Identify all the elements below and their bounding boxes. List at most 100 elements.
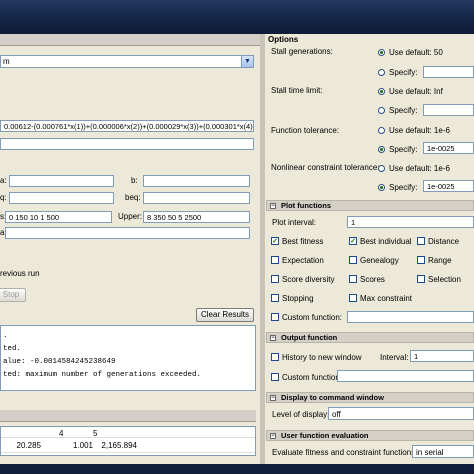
scores-checkbox[interactable]	[349, 275, 357, 283]
evaluate-functions-value: in serial	[416, 448, 444, 457]
a-field[interactable]	[9, 175, 114, 187]
table-cell: 20.285	[16, 441, 41, 450]
score-diversity-label: Score diversity	[282, 275, 335, 284]
lower-bounds-field[interactable]: 0 150 10 1 500	[5, 211, 112, 223]
run-status-output: . ted. alue: -0.0014584245238649 ted: maxim…	[0, 325, 256, 391]
fitness-function-field[interactable]: 0.00612-(0.000761*x(1))+(0.000006*x(2))+…	[0, 120, 254, 132]
collapse-icon[interactable]: −	[270, 433, 276, 439]
custom-plot-label: Custom function:	[282, 313, 343, 322]
score-diversity-checkbox[interactable]	[271, 275, 279, 283]
output-interval-field[interactable]: 1	[410, 350, 474, 362]
custom-output-label: Custom function:	[282, 373, 343, 382]
plot-interval-label: Plot interval:	[272, 218, 317, 227]
upper-bounds-field[interactable]: 8 350 50 5 2500	[143, 211, 250, 223]
genealogy-checkbox[interactable]	[349, 256, 357, 264]
desktop-top-strip	[0, 0, 474, 34]
function-tolerance-label: Function tolerance:	[271, 126, 340, 135]
upper-label: Upper:	[118, 212, 143, 221]
custom-output-checkbox[interactable]	[271, 373, 279, 381]
stopping-label: Stopping	[282, 294, 314, 303]
collapse-icon[interactable]: −	[270, 395, 276, 401]
b-field[interactable]	[143, 175, 250, 187]
evaluate-functions-select[interactable]: in serial	[412, 445, 474, 458]
best-fitness-checkbox[interactable]: ✓	[271, 237, 279, 245]
nonlinear-tolerance-specify-radio[interactable]	[378, 184, 385, 191]
stop-button[interactable]: Stop	[0, 288, 26, 302]
nonlinear-tolerance-specify-label: Specify:	[389, 183, 418, 192]
collapse-icon[interactable]: −	[270, 335, 276, 341]
stall-time-label: Stall time limit:	[271, 86, 323, 95]
function-tolerance-specify-label: Specify:	[389, 145, 418, 154]
best-individual-checkbox[interactable]: ✓	[349, 237, 357, 245]
output-function-header[interactable]: − Output function	[266, 332, 474, 343]
stall-time-field[interactable]	[423, 104, 474, 116]
status-line: .	[3, 332, 8, 340]
solver-value: m	[3, 57, 10, 66]
solver-select[interactable]: m ▼	[0, 55, 254, 68]
aeq-label: q:	[0, 193, 7, 202]
user-evaluation-title: User function evaluation	[281, 431, 369, 440]
display-title: Display to command window	[281, 393, 384, 402]
column-header: 4	[59, 429, 64, 438]
nonlinear-tolerance-default-radio[interactable]	[378, 165, 385, 172]
variables-field[interactable]	[0, 138, 254, 150]
scores-label: Scores	[360, 275, 385, 284]
stall-time-specify-label: Specify:	[389, 106, 418, 115]
evaluate-functions-label: Evaluate fitness and constraint function…	[272, 448, 418, 457]
final-point-header	[0, 410, 256, 422]
panel-header	[0, 34, 260, 46]
stall-generations-field[interactable]	[423, 66, 474, 78]
beq-label: beq:	[125, 193, 141, 202]
stall-generations-default-radio[interactable]	[378, 49, 385, 56]
stall-time-default-radio[interactable]	[378, 88, 385, 95]
range-checkbox[interactable]	[417, 256, 425, 264]
use-previous-run-label[interactable]: revious run	[0, 269, 40, 278]
stall-generations-label: Stall generations:	[271, 47, 333, 56]
final-point-table: 4 5 20.285 1.001 2,165.894	[0, 426, 256, 456]
expectation-checkbox[interactable]	[271, 256, 279, 264]
best-fitness-label: Best fitness	[282, 237, 324, 246]
column-header: 5	[93, 429, 98, 438]
history-checkbox[interactable]	[271, 353, 279, 361]
nonlinear-tolerance-label: Nonlinear constraint tolerance:	[271, 163, 380, 172]
custom-plot-field[interactable]	[347, 311, 474, 323]
plot-interval-field[interactable]: 1	[347, 216, 474, 228]
nonlinear-constraint-field[interactable]	[5, 227, 250, 239]
display-header[interactable]: − Display to command window	[266, 392, 474, 403]
custom-plot-checkbox[interactable]	[271, 313, 279, 321]
stopping-checkbox[interactable]	[271, 294, 279, 302]
table-row: 20.285 1.001 2,165.894	[1, 439, 255, 453]
level-of-display-select[interactable]: off	[328, 407, 474, 420]
nonlinear-tolerance-field[interactable]: 1e-0025	[423, 180, 474, 192]
selection-label: Selection	[428, 275, 461, 284]
table-cell: 2,165.894	[101, 441, 137, 450]
table-header-row: 4 5	[1, 427, 255, 438]
max-constraint-label: Max constraint	[360, 294, 413, 303]
stall-generations-specify-radio[interactable]	[378, 69, 385, 76]
distance-checkbox[interactable]	[417, 237, 425, 245]
stall-time-specify-radio[interactable]	[378, 107, 385, 114]
best-individual-label: Best individual	[360, 237, 412, 246]
distance-label: Distance	[428, 237, 460, 246]
output-function-title: Output function	[281, 333, 338, 342]
status-line: alue: -0.0014584245238649	[3, 358, 116, 366]
max-constraint-checkbox[interactable]	[349, 294, 357, 302]
function-tolerance-default-radio[interactable]	[378, 127, 385, 134]
a-label: a:	[0, 176, 7, 185]
clear-results-button[interactable]: Clear Results	[196, 308, 254, 322]
stall-generations-default-label: Use default: 50	[389, 48, 443, 57]
beq-field[interactable]	[143, 192, 250, 204]
problem-setup-panel: m ▼ 0.00612-(0.000761*x(1))+(0.000006*x(…	[0, 34, 260, 464]
b-label: b:	[131, 176, 138, 185]
level-of-display-label: Level of display:	[272, 410, 330, 419]
selection-checkbox[interactable]	[417, 275, 425, 283]
function-tolerance-field[interactable]: 1e-0025	[423, 142, 474, 154]
plot-functions-header[interactable]: − Plot functions	[266, 200, 474, 211]
user-evaluation-header[interactable]: − User function evaluation	[266, 430, 474, 441]
stall-time-default-label: Use default: Inf	[389, 87, 443, 96]
custom-output-field[interactable]	[337, 370, 474, 382]
aeq-field[interactable]	[9, 192, 114, 204]
function-tolerance-specify-radio[interactable]	[378, 146, 385, 153]
chevron-down-icon[interactable]: ▼	[241, 56, 253, 67]
collapse-icon[interactable]: −	[270, 203, 276, 209]
